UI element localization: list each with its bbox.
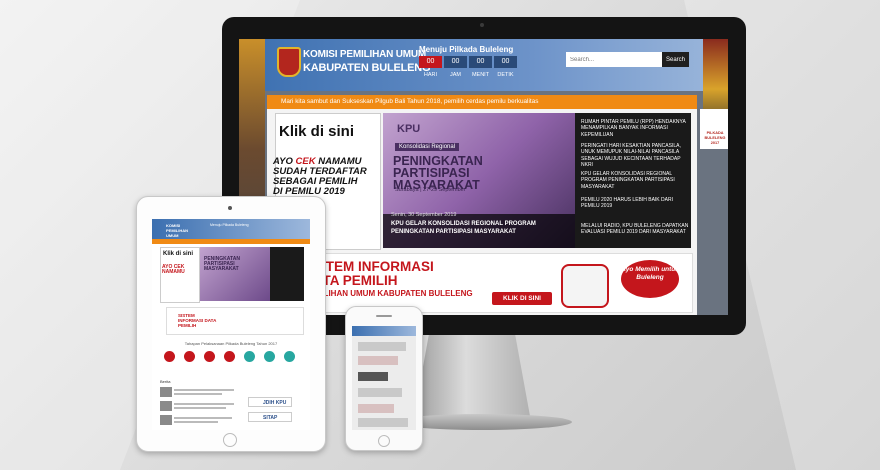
news-link[interactable]: PERINGATI HARI KESAKTIAN PANCASILA, UNUK… — [581, 143, 689, 168]
tablet-website-screen: KOMISI PEMILIHAN UMUM KABUPATEN BULELENG… — [152, 219, 310, 430]
tahapan-heading: Tahapan Pelaksanaan Pilkada Buleleng Tah… — [184, 341, 278, 346]
countdown-title: Menuju Pilkada Buleleng — [419, 45, 514, 54]
tahapan-step-icon[interactable] — [164, 351, 175, 362]
jdih-kpu-link[interactable]: JDIH KPU — [248, 397, 292, 407]
news-row[interactable] — [160, 387, 242, 397]
countdown-label-days: HARI — [423, 72, 438, 78]
ballot-mascot-icon — [561, 264, 609, 308]
tablet-camera — [228, 206, 232, 210]
countdown-label-seconds: DETIK — [497, 72, 514, 78]
phone-blurred-content — [358, 342, 406, 351]
advert-title: Klik di sini — [279, 123, 355, 140]
countdown-minutes: 00 — [469, 56, 492, 68]
news-thumbnail — [160, 387, 172, 397]
news-row[interactable] — [160, 401, 242, 411]
banner-line3: PEMILIHAN UMUM KABUPATEN BULELENG — [304, 289, 473, 298]
brand-name-line1[interactable]: KOMISI PEMILIHAN UMUM — [303, 49, 426, 60]
news-text-line — [174, 421, 218, 423]
countdown-hours: 00 — [444, 56, 467, 68]
phone-website-screen — [352, 326, 416, 430]
slide-tag: Konsolidasi Regional — [395, 143, 460, 151]
berita-heading: Berita — [160, 379, 171, 384]
tahapan-step-icon[interactable] — [244, 351, 255, 362]
tablet-device: KOMISI PEMILIHAN UMUM KABUPATEN BULELENG… — [136, 196, 326, 452]
tahapan-step-icon[interactable] — [184, 351, 195, 362]
news-thumbnail — [160, 415, 172, 425]
slide-title-link[interactable]: KPU GELAR KONSOLIDASI REGIONAL PROGRAM P… — [391, 220, 567, 236]
slide-date: Senin, 30 September 2019 — [391, 212, 457, 218]
klik-di-sini-button[interactable]: KLIK DI SINI — [492, 292, 552, 305]
sitap-link[interactable]: SITAP — [248, 412, 292, 422]
tahapan-step-icon[interactable] — [284, 351, 295, 362]
welcome-marquee: Mari kita sambut dan Sukseskan Pilgub Ba… — [267, 95, 697, 109]
tablet-advert-text: AYO CEK NAMAMU — [162, 264, 185, 275]
news-thumbnail — [160, 401, 172, 411]
news-text-line — [174, 417, 232, 419]
countdown-label-minutes: MENIT — [471, 72, 490, 78]
tablet-news-list — [270, 247, 304, 301]
phone-site-header — [352, 326, 416, 336]
news-row[interactable] — [160, 415, 242, 425]
news-link[interactable]: PEMILU 2020 HARUS LEBIH BAIK DARI PEMILU… — [581, 197, 689, 210]
latest-news-list: RUMAH PINTAR PEMILU (RPP) HENDAKNYA MENA… — [575, 113, 691, 248]
monitor-camera — [480, 23, 484, 27]
side-advert-text: PILKADA BULELENG 2017 — [704, 131, 726, 145]
news-slider[interactable]: KPU Konsolidasi Regional PENINGKATAN PAR… — [383, 113, 575, 248]
news-text-line — [174, 389, 234, 391]
news-link[interactable]: MELALUI RADIO, KPU BULELENG DAPATKAN EVA… — [581, 223, 689, 236]
site-header: KOMISI PEMILIHAN UMUM KABUPATEN BULELENG… — [239, 39, 728, 91]
phone-blurred-content — [358, 372, 388, 381]
countdown-seconds: 00 — [494, 56, 517, 68]
tablet-slide-heading: PENINGKATAN PARTISIPASI MASYARAKAT — [204, 256, 240, 272]
phone-blurred-content — [358, 418, 408, 427]
phone-device — [345, 306, 423, 451]
phone-home-button[interactable] — [378, 435, 390, 447]
tablet-sistem-banner-text: SISTEM INFORMASI DATA PEMILIH — [178, 313, 217, 328]
tablet-countdown-title: Menuju Pilkada Buleleng — [210, 223, 249, 227]
sistem-informasi-banner[interactable]: SISTEM INFORMASI DATA PEMILIH PEMILIHAN … — [275, 253, 693, 313]
phone-blurred-content — [358, 388, 402, 397]
search-input[interactable] — [566, 52, 670, 67]
news-text-line — [174, 393, 222, 395]
tablet-advert-title: Klik di sini — [163, 251, 194, 257]
search-button[interactable]: Search — [662, 52, 689, 67]
news-text-line — [174, 403, 234, 405]
slide-location: Surabaya | 27-29 September — [395, 187, 466, 193]
tablet-brand[interactable]: KOMISI PEMILIHAN UMUM KABUPATEN BULELENG — [166, 223, 200, 248]
ayo-memilih-badge: Ayo Memilih untuk Buleleng — [621, 260, 679, 298]
phone-blurred-content — [358, 356, 398, 365]
countdown-days: 00 — [419, 56, 442, 68]
tablet-welcome-bar — [152, 239, 310, 244]
tahapan-step-icon[interactable] — [264, 351, 275, 362]
slide-kpu-logo: KPU — [397, 123, 421, 135]
tahapan-step-icon[interactable] — [224, 351, 235, 362]
brand-name-line2[interactable]: KABUPATEN BULELENG — [303, 62, 431, 74]
phone-speaker — [376, 315, 392, 317]
news-link[interactable]: RUMAH PINTAR PEMILU (RPP) HENDAKNYA MENA… — [581, 119, 689, 138]
kpu-logo-icon[interactable] — [277, 47, 301, 77]
tablet-home-button[interactable] — [223, 433, 237, 447]
slide-heading: PENINGKATAN PARTISIPASI MASYARAKAT — [393, 154, 483, 192]
main-content: Klik di sini AYO CEK NAMAMU SUDAH TERDAF… — [267, 109, 697, 315]
phone-blurred-content — [358, 404, 394, 413]
news-link[interactable]: KPU GELAR KONSOLIDASI REGIONAL PROGRAM P… — [581, 171, 689, 190]
tahapan-step-icon[interactable] — [204, 351, 215, 362]
news-text-line — [174, 407, 226, 409]
countdown-label-hours: JAM — [450, 72, 461, 78]
